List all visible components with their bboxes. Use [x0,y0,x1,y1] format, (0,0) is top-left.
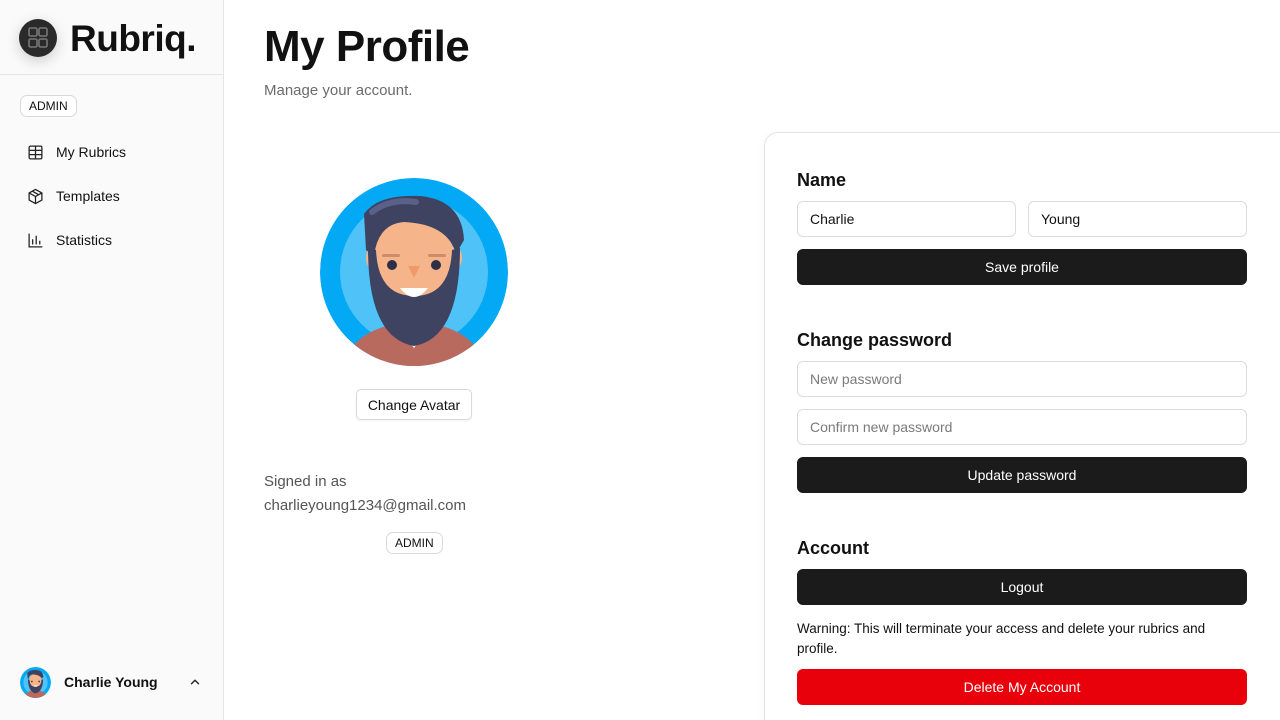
role-badge: ADMIN [386,532,443,554]
sidebar-item-label: My Rubrics [56,144,127,160]
package-icon [27,188,44,205]
logout-button[interactable]: Logout [797,569,1247,605]
sidebar-item-my-rubrics[interactable]: My Rubrics [27,140,207,164]
signed-in-label: Signed in as [264,473,347,490]
last-name-field[interactable] [1028,201,1247,237]
new-password-field[interactable] [797,361,1247,397]
sidebar-item-label: Statistics [56,232,113,248]
update-password-button[interactable]: Update password [797,457,1247,493]
sidebar-item-templates[interactable]: Templates [27,184,207,208]
logo-icon[interactable] [19,19,57,57]
delete-warning-text: Warning: This will terminate your access… [797,621,1206,656]
password-section-title: Change password [797,330,953,350]
first-name-field[interactable] [797,201,1016,237]
app: Rubriq. ADMIN My Rubrics Templates Stati… [0,0,1280,720]
sidebar-item-label: Templates [56,188,120,204]
user-menu[interactable]: Charlie Young [20,666,210,698]
brand-name: Rubriq. [70,18,196,59]
user-name: Charlie Young [64,674,158,690]
sidebar: Rubriq. ADMIN My Rubrics Templates Stati… [0,0,224,720]
chevron-up-icon [188,675,202,689]
sidebar-item-statistics[interactable]: Statistics [27,228,207,252]
table-icon [27,144,44,161]
role-badge: ADMIN [20,95,77,117]
brand-header: Rubriq. [0,0,223,75]
account-section-title: Account [797,538,869,558]
name-section-title: Name [797,170,847,190]
save-profile-button[interactable]: Save profile [797,249,1247,285]
user-email: charlieyoung1234@gmail.com [264,497,467,514]
avatar [20,666,51,698]
avatar [320,178,508,366]
delete-account-button[interactable]: Delete My Account [797,669,1247,705]
page-subtitle: Manage your account. [264,82,413,99]
confirm-password-field[interactable] [797,409,1247,445]
change-avatar-button[interactable]: Change Avatar [356,389,472,420]
bar-chart-icon [27,232,44,249]
page-title: My Profile [264,22,470,71]
